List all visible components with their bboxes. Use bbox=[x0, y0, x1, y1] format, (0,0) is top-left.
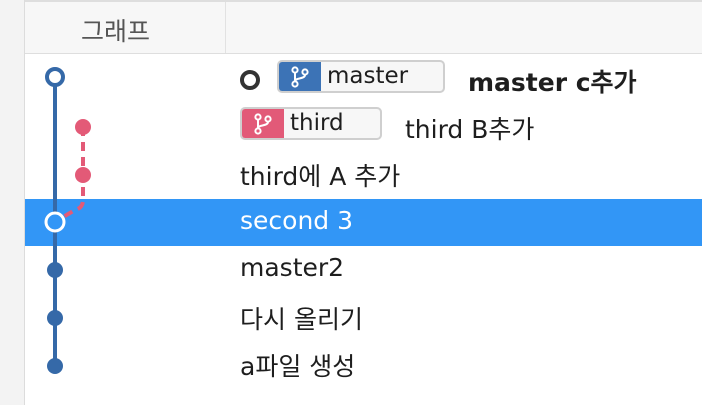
commit-node[interactable] bbox=[47, 310, 63, 326]
commit-node[interactable] bbox=[47, 358, 63, 374]
commit-node-merge[interactable] bbox=[44, 211, 66, 233]
commit-node[interactable] bbox=[47, 262, 63, 278]
commit-node-head[interactable] bbox=[45, 67, 65, 87]
commit-node[interactable] bbox=[75, 119, 91, 135]
commit-graph bbox=[44, 67, 91, 374]
commit-node[interactable] bbox=[75, 167, 91, 183]
